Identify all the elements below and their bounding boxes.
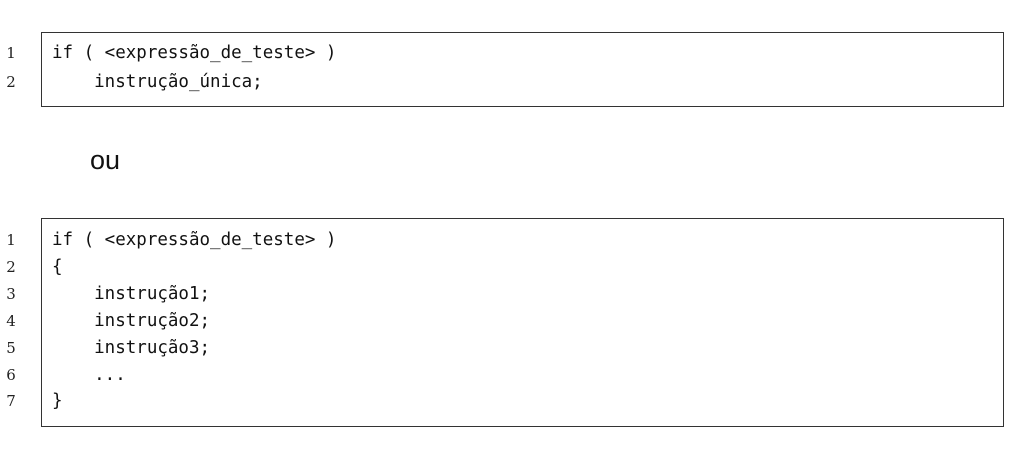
line-number: 2	[6, 73, 16, 91]
line-number: 5	[6, 339, 16, 357]
code-text: if ( <expressão_de_teste> )	[52, 43, 337, 63]
code-line: 7 }	[0, 388, 1022, 414]
code-text: instrução3;	[52, 338, 211, 358]
code-line: 5 instrução3;	[0, 335, 1022, 361]
line-number: 1	[6, 231, 16, 249]
code-line: 2 instrução_única;	[0, 69, 1022, 95]
code-line: 4 instrução2;	[0, 308, 1022, 334]
line-number: 6	[6, 366, 16, 384]
code-text: {	[52, 257, 63, 277]
code-text: ...	[52, 365, 126, 385]
code-line: 6 ...	[0, 362, 1022, 388]
code-text: if ( <expressão_de_teste> )	[52, 230, 337, 250]
line-number: 7	[6, 392, 16, 410]
code-text: instrução_única;	[52, 72, 263, 92]
code-line: 1 if ( <expressão_de_teste> )	[0, 40, 1022, 66]
code-text: instrução1;	[52, 284, 211, 304]
code-line: 1 if ( <expressão_de_teste> )	[0, 227, 1022, 253]
line-number: 1	[6, 44, 16, 62]
line-number: 3	[6, 285, 16, 303]
code-text: }	[52, 391, 63, 411]
code-text: instrução2;	[52, 311, 211, 331]
line-number: 2	[6, 258, 16, 276]
separator-text: ou	[90, 145, 121, 175]
code-line: 2 {	[0, 254, 1022, 280]
line-number: 4	[6, 312, 16, 330]
code-line: 3 instrução1;	[0, 281, 1022, 307]
